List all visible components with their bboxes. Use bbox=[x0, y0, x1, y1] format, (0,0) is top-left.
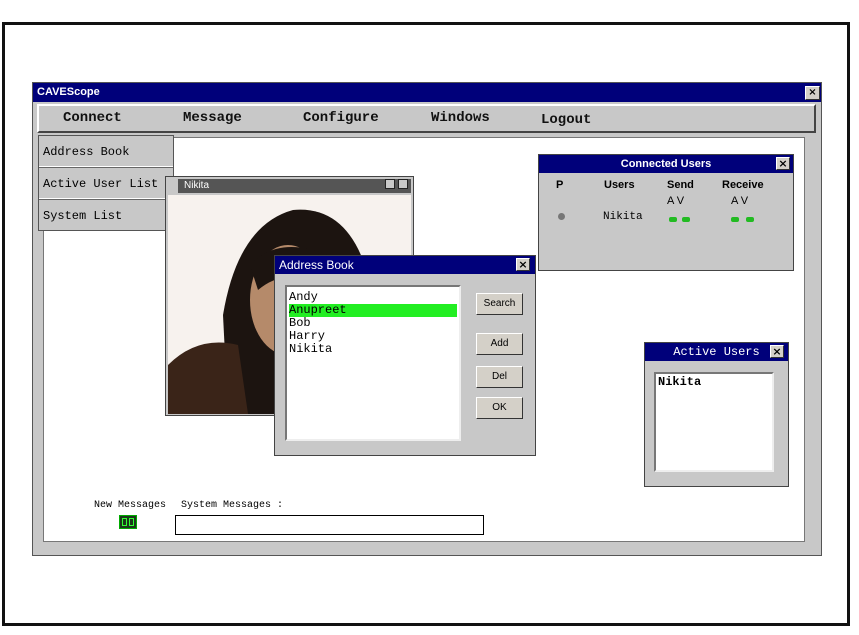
active-users-close-button[interactable]: × bbox=[770, 345, 784, 358]
new-messages-icon[interactable] bbox=[119, 515, 137, 529]
active-users-title: Active Users bbox=[673, 345, 760, 359]
connected-user-name: Nikita bbox=[603, 211, 643, 223]
menu-configure[interactable]: Configure bbox=[303, 110, 379, 126]
column-header-send: Send bbox=[667, 179, 694, 191]
menubar: Connect Message Configure Windows Logout bbox=[37, 104, 816, 133]
send-av-label: A V bbox=[667, 195, 685, 207]
app-close-button[interactable]: × bbox=[805, 86, 820, 100]
search-button[interactable]: Search bbox=[476, 293, 523, 315]
video-maximize-button[interactable] bbox=[398, 179, 408, 189]
connected-users-title: Connected Users bbox=[620, 158, 712, 170]
address-book-titlebar[interactable]: Address Book bbox=[275, 256, 535, 274]
menu-connect[interactable]: Connect bbox=[63, 110, 122, 126]
list-item-selected[interactable]: Anupreet bbox=[289, 304, 457, 317]
active-users-titlebar[interactable]: Active Users bbox=[645, 343, 788, 361]
menu-item-address-book[interactable]: Address Book bbox=[39, 137, 173, 167]
list-item[interactable]: Nikita bbox=[289, 343, 457, 356]
send-audio-icon[interactable] bbox=[669, 217, 677, 222]
system-messages-label: System Messages : bbox=[181, 500, 284, 511]
list-item[interactable]: Nikita bbox=[658, 376, 770, 389]
send-video-icon[interactable] bbox=[682, 217, 690, 222]
receive-video-icon[interactable] bbox=[746, 217, 754, 222]
connect-dropdown: Address Book Active User List System Lis… bbox=[38, 135, 174, 231]
menu-logout[interactable]: Logout bbox=[541, 112, 591, 128]
connected-users-titlebar[interactable]: Connected Users bbox=[539, 155, 793, 173]
menu-windows[interactable]: Windows bbox=[431, 110, 490, 126]
app-title: CAVEScope bbox=[37, 86, 100, 98]
menu-item-system-list[interactable]: System List bbox=[39, 201, 173, 231]
column-header-p: P bbox=[556, 179, 564, 191]
column-header-receive: Receive bbox=[722, 179, 764, 191]
address-book-title: Address Book bbox=[279, 258, 354, 272]
video-titlebar[interactable]: Nikita bbox=[178, 179, 411, 193]
address-book-close-button[interactable]: × bbox=[516, 258, 530, 271]
address-book-dialog: Address Book × Andy Anupreet Bob Harry N… bbox=[274, 255, 536, 456]
address-book-list[interactable]: Andy Anupreet Bob Harry Nikita bbox=[285, 285, 461, 441]
app-titlebar: CAVEScope bbox=[33, 83, 821, 102]
menu-message[interactable]: Message bbox=[183, 110, 242, 126]
connected-users-close-button[interactable]: × bbox=[776, 157, 790, 170]
video-minimize-button[interactable] bbox=[385, 179, 395, 189]
connected-users-panel: Connected Users × P Users Send Receive A… bbox=[538, 154, 794, 271]
receive-audio-icon[interactable] bbox=[731, 217, 739, 222]
active-users-list[interactable]: Nikita bbox=[654, 372, 774, 472]
column-header-users: Users bbox=[604, 179, 635, 191]
receive-av-label: A V bbox=[731, 195, 749, 207]
delete-button[interactable]: Del bbox=[476, 366, 523, 388]
active-users-panel: Active Users × Nikita bbox=[644, 342, 789, 487]
video-title: Nikita bbox=[184, 180, 210, 191]
ok-button[interactable]: OK bbox=[476, 397, 523, 419]
presence-dot-icon bbox=[558, 213, 565, 220]
new-messages-label: New Messages bbox=[94, 500, 167, 511]
menu-item-active-user-list[interactable]: Active User List bbox=[39, 169, 173, 199]
add-button[interactable]: Add bbox=[476, 333, 523, 355]
system-messages-field[interactable] bbox=[175, 515, 484, 535]
